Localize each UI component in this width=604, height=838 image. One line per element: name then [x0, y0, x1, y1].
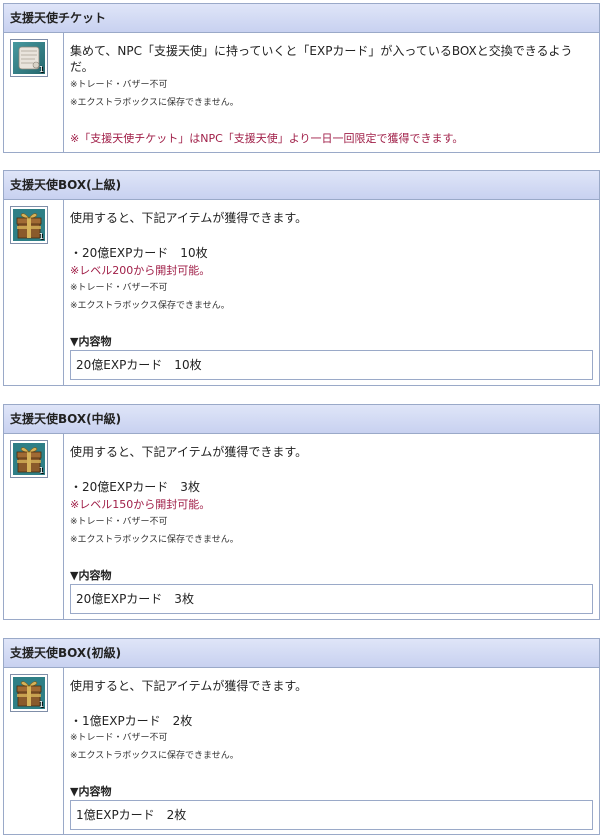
gift-box-icon: 1: [10, 440, 48, 478]
gift-box-icon: 1: [10, 206, 48, 244]
trade-note: ※トレード・バザー不可: [70, 283, 168, 293]
trade-note: ※トレード・バザー不可: [70, 80, 168, 90]
contents-box: 20億EXPカード 3枚: [70, 584, 593, 614]
description-line: 使用すると、下記アイテムが獲得できます。: [70, 211, 308, 225]
icon-cell: 1: [4, 200, 64, 386]
icon-cell: 1: [4, 668, 64, 835]
contents-label: ▼内容物: [70, 335, 112, 348]
item-line: ・20億EXPカード 10枚: [70, 246, 208, 260]
storage-note: ※エクストラボックス保存できません。: [70, 301, 230, 311]
icon-cell: 1: [4, 33, 64, 153]
description-line: 使用すると、下記アイテムが獲得できます。: [70, 445, 308, 459]
item-card-box-beginner: 支援天使BOX(初級) 1 使用すると、下記アイテムが獲得できます。 ・1億EX…: [3, 638, 600, 835]
trade-note: ※トレード・バザー不可: [70, 517, 168, 527]
acquisition-note: ※「支援天使チケット」はNPC「支援天使」より一日一回限定で獲得できます。: [70, 132, 464, 145]
trade-note: ※トレード・バザー不可: [70, 733, 168, 743]
description-line: だ。: [70, 60, 94, 74]
description-line: 使用すると、下記アイテムが獲得できます。: [70, 679, 308, 693]
level-requirement-note: ※レベル200から開封可能。: [70, 264, 211, 277]
ticket-scroll-icon: 1: [10, 39, 48, 77]
icon-count: 1: [38, 700, 44, 709]
gift-box-icon: 1: [10, 674, 48, 712]
storage-note: ※エクストラボックスに保存できません。: [70, 98, 239, 108]
contents-label: ▼内容物: [70, 569, 112, 582]
item-line: ・1億EXPカード 2枚: [70, 714, 193, 728]
storage-note: ※エクストラボックスに保存できません。: [70, 535, 239, 545]
item-title: 支援天使チケット: [4, 4, 599, 33]
icon-cell: 1: [4, 434, 64, 620]
contents-box: 20億EXPカード 10枚: [70, 350, 593, 380]
item-title: 支援天使BOX(初級): [4, 639, 599, 668]
storage-note: ※エクストラボックスに保存できません。: [70, 751, 239, 761]
item-title: 支援天使BOX(中級): [4, 405, 599, 434]
icon-count: 1: [38, 466, 44, 475]
item-title: 支援天使BOX(上級): [4, 171, 599, 200]
icon-count: 1: [38, 65, 44, 74]
description-line: 集めて、NPC「支援天使」に持っていくと「EXPカード」が入っているBOXと交換…: [70, 44, 573, 58]
icon-count: 1: [38, 232, 44, 241]
item-card-box-advanced: 支援天使BOX(上級) 1 使用すると、下記アイテムが獲得できます。 ・20億E…: [3, 170, 600, 386]
item-card-box-intermediate: 支援天使BOX(中級) 1 使用すると、下記アイテムが獲得できます。 ・20億E…: [3, 404, 600, 620]
contents-box: 1億EXPカード 2枚: [70, 800, 593, 830]
contents-label: ▼内容物: [70, 785, 112, 798]
item-card-ticket: 支援天使チケット 1 集めて、NPC「支援天使」に持っていくと「EXPカード」が…: [3, 3, 600, 153]
item-line: ・20億EXPカード 3枚: [70, 480, 200, 494]
level-requirement-note: ※レベル150から開封可能。: [70, 498, 211, 511]
